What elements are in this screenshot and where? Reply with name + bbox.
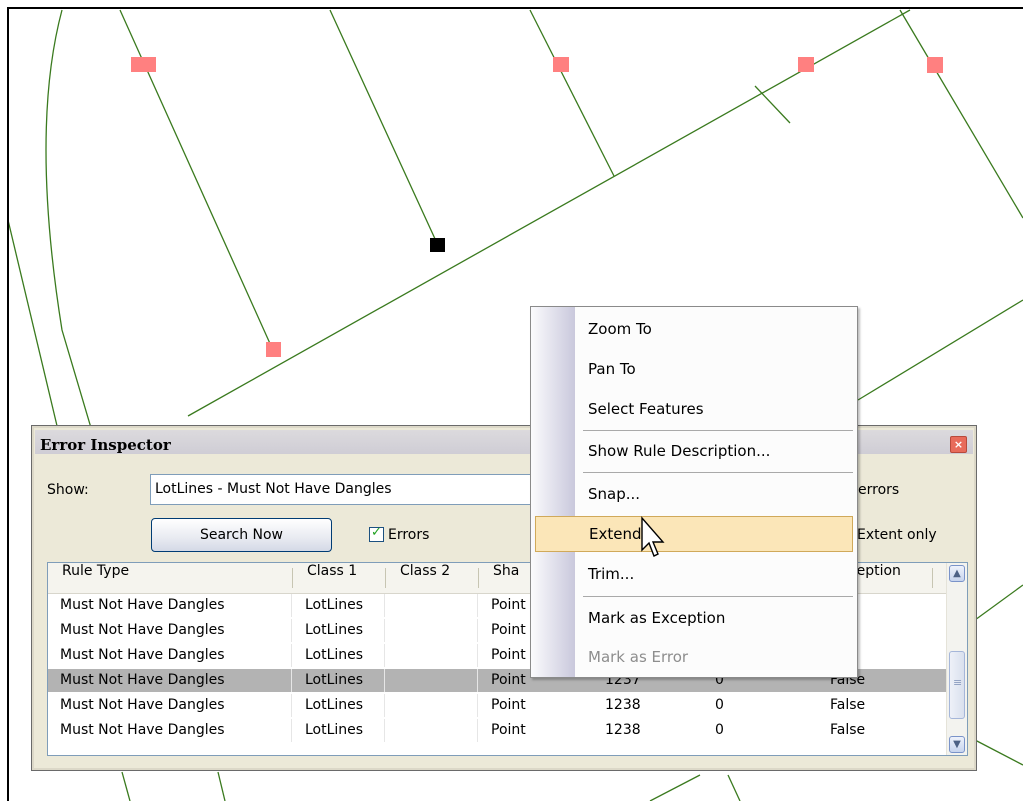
- table-cell-class1: LotLines: [293, 719, 385, 742]
- scroll-down-icon[interactable]: ▼: [949, 736, 965, 753]
- pointer-cursor-icon: [641, 516, 665, 557]
- table-cell-rule-type: Must Not Have Dangles: [48, 594, 292, 617]
- table-cell-class1: LotLines: [293, 669, 385, 692]
- window-title: Error Inspector: [40, 436, 171, 454]
- dangle-error-point[interactable]: [553, 57, 569, 72]
- table-cell-rule-type: Must Not Have Dangles: [48, 619, 292, 642]
- column-header-rule-type[interactable]: Rule Type: [48, 563, 292, 593]
- menu-item-show-rule-description[interactable]: Show Rule Description...: [576, 435, 855, 467]
- menu-item-mark-as-exception[interactable]: Mark as Exception: [576, 602, 855, 634]
- menu-item-snap[interactable]: Snap...: [576, 478, 855, 510]
- menu-separator: [583, 596, 853, 597]
- menu-item-select-features[interactable]: Select Features: [576, 393, 855, 425]
- scroll-up-icon[interactable]: ▲: [949, 565, 965, 582]
- map-line: [649, 774, 701, 801]
- errors-option-label: errors: [858, 482, 900, 498]
- search-now-button[interactable]: Search Now: [151, 518, 332, 552]
- show-label: Show:: [47, 482, 89, 498]
- table-cell-class2: [386, 644, 478, 667]
- map-line: [727, 774, 741, 801]
- menu-item-mark-as-error: Mark as Error: [588, 648, 689, 666]
- map-line: [899, 9, 1023, 219]
- map-line: [857, 299, 1023, 401]
- map-line: [121, 771, 131, 801]
- map-line: [529, 9, 615, 177]
- table-row[interactable]: Must Not Have Dangles LotLines Point 1238 0 F…: [48, 719, 948, 742]
- table-cell-feature2: 0: [715, 697, 724, 713]
- table-cell-exception: False: [830, 697, 866, 713]
- column-header-class1[interactable]: Class 1: [293, 563, 385, 593]
- table-cell-shape: Point: [491, 697, 526, 713]
- table-cell-class2: [386, 594, 478, 617]
- menu-gutter: [531, 307, 575, 677]
- table-cell-class2: [386, 694, 478, 717]
- table-cell-class2: [386, 619, 478, 642]
- table-cell-rule-type: Must Not Have Dangles: [48, 719, 292, 742]
- map-line: [974, 584, 1023, 621]
- map-line: [974, 739, 1023, 766]
- dangle-error-point[interactable]: [266, 342, 281, 357]
- menu-item-trim[interactable]: Trim...: [576, 558, 855, 590]
- table-cell-class2: [386, 669, 478, 692]
- map-line: [754, 85, 791, 124]
- close-icon[interactable]: ×: [950, 436, 967, 453]
- table-cell-rule-type: Must Not Have Dangles: [48, 694, 292, 717]
- table-cell-exception: False: [830, 722, 866, 738]
- scroll-thumb[interactable]: [949, 651, 965, 719]
- table-cell-rule-type: Must Not Have Dangles: [48, 644, 292, 667]
- vertical-scrollbar[interactable]: ▲ ▼: [946, 563, 967, 755]
- table-cell-class1: LotLines: [293, 644, 385, 667]
- column-header-class2[interactable]: Class 2: [386, 563, 478, 593]
- menu-item-zoom-to[interactable]: Zoom To: [576, 313, 855, 345]
- menu-item-extend[interactable]: Extend...: [535, 516, 853, 552]
- table-row[interactable]: Must Not Have Dangles LotLines Point 1238 0 F…: [48, 694, 948, 717]
- show-dropdown[interactable]: LotLines - Must Not Have Dangles: [150, 474, 540, 505]
- context-menu: Zoom To Pan To Select Features Show Rule…: [530, 306, 858, 678]
- dangle-error-point[interactable]: [131, 57, 156, 72]
- menu-separator: [583, 430, 853, 431]
- dangle-error-point[interactable]: [927, 57, 943, 73]
- table-cell-class1: LotLines: [293, 694, 385, 717]
- map-line: [329, 9, 437, 242]
- map-line: [7, 219, 59, 431]
- extent-only-label: Extent only: [857, 527, 937, 543]
- table-cell-feature2: 0: [715, 722, 724, 738]
- errors-checkbox-label: Errors: [388, 527, 430, 543]
- table-cell-shape: Point: [491, 722, 526, 738]
- menu-separator: [583, 472, 853, 473]
- table-cell-class2: [386, 719, 478, 742]
- table-cell-feature1: 1238: [605, 697, 641, 713]
- dangle-error-point[interactable]: [798, 57, 814, 72]
- table-cell-class1: LotLines: [293, 619, 385, 642]
- errors-checkbox[interactable]: [369, 525, 384, 542]
- table-cell-feature1: 1238: [605, 722, 641, 738]
- table-cell-rule-type: Must Not Have Dangles: [48, 669, 292, 692]
- table-cell-class1: LotLines: [293, 594, 385, 617]
- selected-error-point[interactable]: [430, 238, 445, 252]
- map-line: [217, 771, 226, 801]
- menu-item-pan-to[interactable]: Pan To: [576, 353, 855, 385]
